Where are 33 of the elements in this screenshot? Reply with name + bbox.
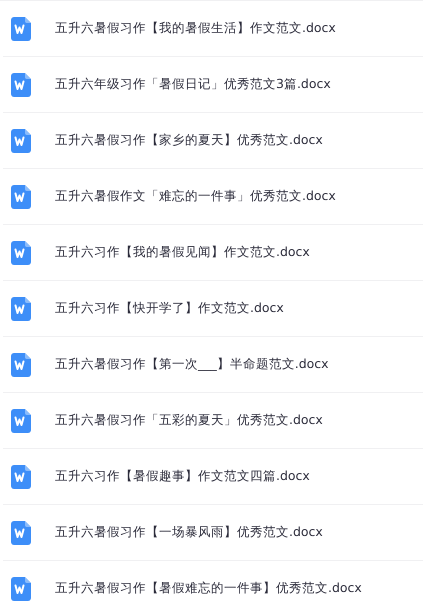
file-name: 五升六暑假习作【我的暑假生活】作文范文.docx — [55, 20, 336, 37]
file-name: 五升六暑假习作【一场暴风雨】优秀范文.docx — [55, 524, 323, 541]
word-document-icon — [11, 408, 31, 432]
file-name: 五升六习作【快开学了】作文范文.docx — [55, 300, 284, 317]
file-name: 五升六暑假习作【第一次___】半命题范文.docx — [55, 356, 329, 373]
file-row[interactable]: 五升六暑假习作【暑假难忘的一件事】优秀范文.docx — [3, 561, 423, 604]
file-name: 五升六暑假习作【暑假难忘的一件事】优秀范文.docx — [55, 580, 362, 597]
word-document-icon — [11, 576, 31, 600]
file-name: 五升六年级习作「暑假日记」优秀范文3篇.docx — [55, 76, 331, 93]
file-row[interactable]: 五升六习作【暑假趣事】作文范文四篇.docx — [3, 449, 423, 505]
word-document-icon — [11, 128, 31, 152]
file-row[interactable]: 五升六暑假习作「五彩的夏天」优秀范文.docx — [3, 393, 423, 449]
file-row[interactable]: 五升六习作【快开学了】作文范文.docx — [3, 281, 423, 337]
file-row[interactable]: 五升六暑假习作【家乡的夏天】优秀范文.docx — [3, 113, 423, 169]
file-row[interactable]: 五升六暑假习作【一场暴风雨】优秀范文.docx — [3, 505, 423, 561]
file-name: 五升六暑假习作「五彩的夏天」优秀范文.docx — [55, 412, 323, 429]
file-name: 五升六习作【我的暑假见闻】作文范文.docx — [55, 244, 310, 261]
file-row[interactable]: 五升六年级习作「暑假日记」优秀范文3篇.docx — [3, 57, 423, 113]
word-document-icon — [11, 184, 31, 208]
file-row[interactable]: 五升六暑假习作【我的暑假生活】作文范文.docx — [3, 1, 423, 57]
file-name: 五升六暑假习作【家乡的夏天】优秀范文.docx — [55, 132, 323, 149]
word-document-icon — [11, 520, 31, 544]
word-document-icon — [11, 296, 31, 320]
word-document-icon — [11, 464, 31, 488]
file-name: 五升六暑假作文「难忘的一件事」优秀范文.docx — [55, 188, 336, 205]
word-document-icon — [11, 72, 31, 96]
file-name: 五升六习作【暑假趣事】作文范文四篇.docx — [55, 468, 310, 485]
file-row[interactable]: 五升六暑假作文「难忘的一件事」优秀范文.docx — [3, 169, 423, 225]
word-document-icon — [11, 16, 31, 40]
word-document-icon — [11, 240, 31, 264]
file-row[interactable]: 五升六习作【我的暑假见闻】作文范文.docx — [3, 225, 423, 281]
word-document-icon — [11, 352, 31, 376]
file-row[interactable]: 五升六暑假习作【第一次___】半命题范文.docx — [3, 337, 423, 393]
